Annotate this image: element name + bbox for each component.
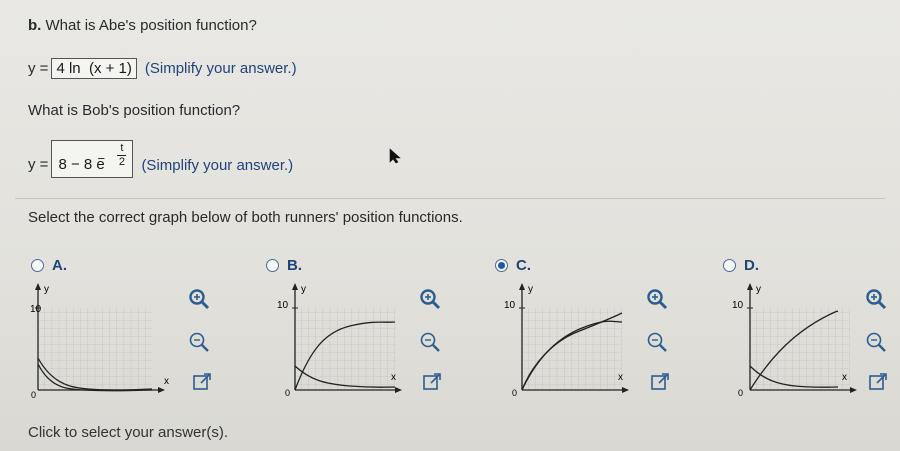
- graph-c-origin: 0: [512, 388, 517, 398]
- graph-d[interactable]: y 10 x 0: [720, 280, 870, 400]
- option-c-label: C.: [516, 257, 531, 274]
- graph-d-x-label: x: [842, 372, 847, 383]
- abe-answer-line: y = 4 ln (x + 1) (Simplify your answer.): [28, 58, 297, 79]
- graph-a-zoom-in-icon[interactable]: [187, 287, 211, 311]
- abe-answer-box[interactable]: 4 ln (x + 1): [51, 58, 137, 79]
- graph-d-origin: 0: [738, 388, 743, 398]
- bob-question: What is Bob's position function?: [28, 102, 241, 119]
- graph-a-expand-icon[interactable]: [190, 370, 214, 394]
- bob-answer-line: y = 8 − 8 e − t 2 (Simplify your answer.…: [28, 140, 293, 178]
- graph-b-expand-icon[interactable]: [420, 370, 444, 394]
- question-b-text: What is Abe's position function?: [45, 17, 257, 34]
- abe-lhs: y =: [28, 60, 49, 77]
- graph-b-zoom-out-icon[interactable]: [418, 330, 442, 354]
- graph-b[interactable]: y 10 x 0: [265, 280, 415, 400]
- graph-d-zoom-in-icon[interactable]: [864, 287, 888, 311]
- option-d-label: D.: [744, 257, 759, 274]
- question-b-title: b. What is Abe's position function?: [28, 17, 257, 34]
- option-b-label: B.: [287, 257, 302, 274]
- graph-c-y-tick: 10: [504, 300, 516, 311]
- question-label: b.: [28, 17, 42, 34]
- graph-c-zoom-out-icon[interactable]: [645, 330, 669, 354]
- graph-c-expand-icon[interactable]: [648, 370, 672, 394]
- graph-c-zoom-in-icon[interactable]: [645, 287, 669, 311]
- graph-c-x-label: x: [618, 372, 623, 383]
- graph-a-origin: 0: [31, 390, 36, 400]
- bob-exp-den: 2: [118, 156, 125, 168]
- graph-d-expand-icon[interactable]: [866, 370, 890, 394]
- graph-b-zoom-in-icon[interactable]: [418, 287, 442, 311]
- graph-b-x-label: x: [391, 372, 396, 383]
- radio-d[interactable]: [723, 259, 736, 272]
- option-a-label: A.: [52, 257, 67, 274]
- option-c[interactable]: C.: [495, 257, 531, 274]
- graph-b-origin: 0: [285, 388, 290, 398]
- radio-c-selected[interactable]: [495, 259, 508, 272]
- graph-b-y-tick: 10: [277, 300, 289, 311]
- bob-lhs: y =: [28, 156, 49, 173]
- graph-d-y-tick: 10: [732, 300, 744, 311]
- footer-instruction: Click to select your answer(s).: [28, 424, 229, 441]
- radio-a[interactable]: [31, 259, 44, 272]
- option-d[interactable]: D.: [723, 257, 759, 274]
- graph-a[interactable]: y 10 x 0: [30, 280, 180, 400]
- graph-d-y-label: y: [756, 284, 761, 295]
- bob-hint: (Simplify your answer.): [141, 157, 294, 174]
- abe-answer-value: 4 ln (x + 1): [56, 60, 132, 77]
- graph-b-y-label: y: [301, 284, 306, 295]
- bob-exp-minus: −: [97, 151, 106, 166]
- abe-hint: (Simplify your answer.): [144, 60, 297, 77]
- graph-a-y-tick: 10: [30, 304, 42, 315]
- divider: [15, 198, 885, 199]
- select-prompt: Select the correct graph below of both r…: [28, 209, 463, 226]
- radio-b[interactable]: [266, 259, 279, 272]
- graph-a-zoom-out-icon[interactable]: [187, 330, 211, 354]
- bob-exp-num: t: [120, 142, 124, 154]
- option-a[interactable]: A.: [31, 257, 67, 274]
- bob-answer-box[interactable]: 8 − 8 e − t 2: [51, 140, 134, 178]
- option-b[interactable]: B.: [266, 257, 302, 274]
- mouse-cursor-icon: [389, 148, 403, 169]
- bob-exponent: − t 2: [97, 142, 127, 168]
- graph-c-y-label: y: [528, 284, 533, 295]
- graph-a-y-label: y: [44, 284, 49, 295]
- graph-d-zoom-out-icon[interactable]: [864, 330, 888, 354]
- graph-c[interactable]: y 10 x 0: [492, 280, 642, 400]
- graph-a-x-label: x: [164, 376, 169, 387]
- question-panel: b. What is Abe's position function? y = …: [0, 0, 900, 451]
